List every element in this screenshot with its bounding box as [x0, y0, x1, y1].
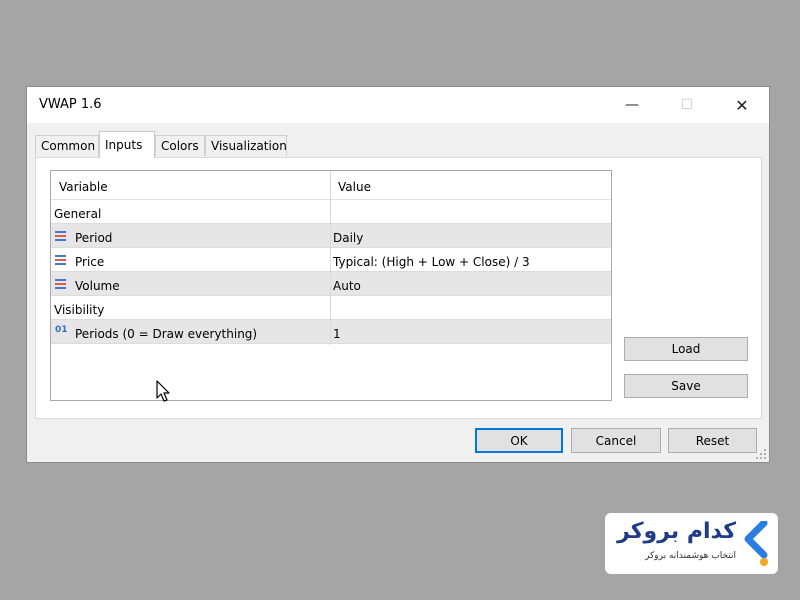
resize-grip-icon[interactable]	[756, 449, 766, 459]
row-variable: Price	[75, 255, 105, 269]
row-value[interactable]: Auto	[333, 279, 361, 293]
row-value[interactable]: Daily	[333, 231, 363, 245]
table-row[interactable]: Visibility	[51, 296, 611, 320]
logo-subtitle: انتخاب هوشمندانه بروکر	[645, 551, 736, 561]
column-header-value[interactable]: Value	[338, 180, 371, 194]
row-variable: Volume	[75, 279, 120, 293]
window-title: VWAP 1.6	[39, 97, 102, 112]
table-row[interactable]: Period Daily	[51, 224, 611, 248]
grid-header: Variable Value	[51, 171, 611, 200]
table-row[interactable]: Volume Auto	[51, 272, 611, 296]
maximize-button[interactable]: ☐	[664, 87, 710, 123]
column-divider	[330, 171, 331, 345]
save-button[interactable]: Save	[624, 374, 748, 398]
enum-icon	[55, 231, 66, 241]
chevron-logo-icon	[744, 521, 768, 566]
logo-title: کدام بروکر	[617, 519, 736, 544]
row-value[interactable]: Typical: (High + Low + Close) / 3	[333, 255, 530, 269]
tab-inputs[interactable]: Inputs	[99, 131, 155, 158]
title-bar[interactable]: VWAP 1.6 — ☐ ✕	[27, 87, 769, 123]
enum-icon	[55, 279, 66, 289]
inputs-grid[interactable]: Variable Value General Period Daily Price Ty…	[50, 170, 612, 401]
row-variable: General	[54, 207, 102, 221]
close-button[interactable]: ✕	[719, 87, 765, 123]
mouse-cursor-icon	[156, 380, 170, 402]
tab-visualization[interactable]: Visualization	[205, 135, 287, 156]
enum-icon	[55, 255, 66, 265]
ok-button[interactable]: OK	[475, 428, 563, 453]
table-row[interactable]: Price Typical: (High + Low + Close) / 3	[51, 248, 611, 272]
reset-button[interactable]: Reset	[668, 428, 757, 453]
integer-icon: 01	[55, 325, 68, 335]
table-row[interactable]: General	[51, 200, 611, 224]
row-variable: Period	[75, 231, 113, 245]
inputs-panel: Variable Value General Period Daily Price Ty…	[35, 157, 762, 419]
cancel-button[interactable]: Cancel	[571, 428, 661, 453]
row-variable: Periods (0 = Draw everything)	[75, 327, 258, 341]
load-button[interactable]: Load	[624, 337, 748, 361]
minimize-button[interactable]: —	[609, 87, 655, 123]
row-value[interactable]: 1	[333, 327, 341, 341]
table-row[interactable]: 01 Periods (0 = Draw everything) 1	[51, 320, 611, 344]
indicator-dialog: VWAP 1.6 — ☐ ✕ Common Inputs Colors Visu…	[26, 86, 770, 463]
tab-colors[interactable]: Colors	[155, 135, 205, 156]
tab-common[interactable]: Common	[35, 135, 99, 156]
column-header-variable[interactable]: Variable	[59, 180, 108, 194]
row-variable: Visibility	[54, 303, 105, 317]
watermark-logo: کدام بروکر انتخاب هوشمندانه بروکر	[605, 513, 778, 574]
